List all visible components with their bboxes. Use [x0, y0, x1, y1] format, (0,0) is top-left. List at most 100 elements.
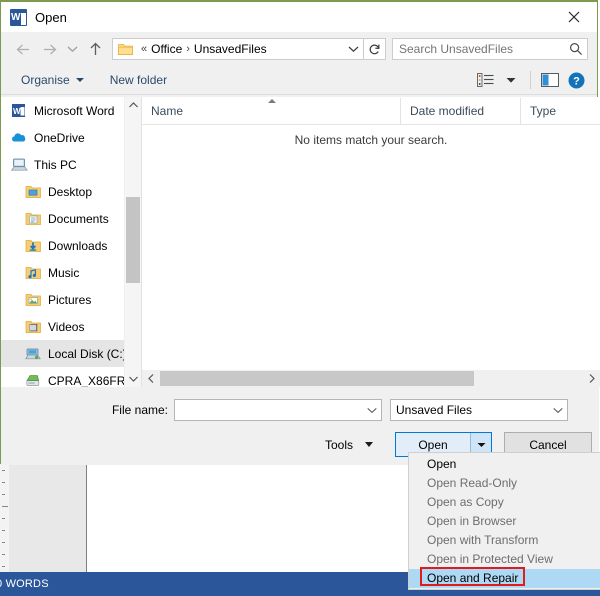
horizontal-scrollbar[interactable] — [142, 370, 600, 387]
sidebar-item-documents[interactable]: Documents — [1, 205, 141, 232]
recent-locations-button[interactable] — [62, 36, 82, 62]
menu-item-open-with-transform: Open with Transform — [427, 533, 539, 547]
word-icon: W — [11, 103, 28, 119]
column-header-name-label: Name — [151, 103, 184, 118]
dialog-title-bar: Open — [1, 2, 597, 32]
chevron-down-icon — [75, 78, 84, 82]
breadcrumb-segment-unsavedfiles[interactable]: UnsavedFiles — [194, 42, 267, 56]
sidebar-item-this-pc[interactable]: This PC — [1, 151, 141, 178]
sidebar-item-label: Downloads — [48, 238, 108, 253]
music-folder-icon — [25, 265, 42, 281]
search-input[interactable] — [393, 41, 565, 57]
sidebar-item-cpra-x86fre-e[interactable]: CPRA_X86FRE (E — [1, 367, 141, 387]
address-bar[interactable]: « Office › UnsavedFiles — [112, 38, 364, 60]
word-count-label: 0 WORDS — [0, 578, 49, 590]
organise-button[interactable]: Organise — [15, 69, 90, 91]
videos-folder-icon — [25, 319, 42, 335]
command-toolbar: Organise New folder ? — [1, 66, 597, 95]
dvd-drive-icon — [25, 373, 42, 388]
menu-item-open-read-only: Open Read-Only — [427, 476, 518, 490]
document-margin-area — [9, 462, 87, 572]
up-one-level-button[interactable] — [82, 36, 108, 62]
scroll-left-button[interactable] — [142, 370, 159, 387]
organise-label: Organise — [21, 73, 70, 87]
menu-item-open-in-browser: Open in Browser — [427, 514, 517, 528]
scroll-up-button[interactable] — [125, 97, 141, 113]
column-header-name[interactable]: Name — [142, 98, 400, 124]
search-box[interactable] — [392, 38, 588, 60]
this-pc-icon — [10, 157, 28, 173]
breadcrumb-separator[interactable]: › — [186, 43, 190, 55]
scroll-right-button[interactable] — [583, 370, 600, 387]
forward-button[interactable] — [36, 36, 62, 62]
sidebar-item-local-disk-c[interactable]: Local Disk (C:) — [1, 340, 141, 367]
breadcrumb-segment-office[interactable]: Office — [151, 42, 182, 56]
chevron-down-icon[interactable] — [343, 39, 363, 59]
dialog-title: Open — [35, 9, 67, 25]
open-dialog: Open — [0, 0, 600, 465]
sidebar-item-microsoft-word[interactable]: W Microsoft Word — [1, 97, 141, 124]
svg-text:W: W — [13, 107, 21, 116]
open-dropdown-menu: Open Open Read-Only Open as Copy Open in Br… — [408, 452, 600, 590]
word-app-icon — [10, 8, 27, 26]
sidebar-item-label: OneDrive — [34, 130, 85, 145]
sidebar-item-desktop[interactable]: Desktop — [1, 178, 141, 205]
local-disk-icon — [25, 346, 42, 362]
sidebar-item-label: Videos — [48, 319, 85, 334]
new-folder-label: New folder — [109, 73, 168, 87]
folder-icon — [118, 43, 133, 55]
file-list-pane: Name Date modified Type No items match y… — [142, 97, 600, 387]
sidebar-item-videos[interactable]: Videos — [1, 313, 141, 340]
refresh-button[interactable] — [364, 38, 386, 60]
scroll-down-button[interactable] — [125, 371, 141, 387]
back-button[interactable] — [10, 36, 36, 62]
horizontal-scroll-thumb[interactable] — [160, 371, 474, 386]
breadcrumb-overflow[interactable]: « — [141, 43, 147, 55]
view-list-icon[interactable] — [472, 69, 498, 91]
dialog-body: W Microsoft Word OneDrive This PC Desktop Doc… — [1, 97, 600, 387]
chevron-down-icon[interactable] — [363, 407, 381, 414]
sidebar-item-label: Desktop — [48, 184, 93, 199]
onedrive-cloud-icon — [11, 130, 28, 146]
chevron-down-icon[interactable] — [549, 407, 567, 414]
file-name-input[interactable] — [175, 402, 363, 418]
sidebar-item-label: Microsoft Word — [34, 103, 115, 118]
file-type-combobox[interactable]: Unsaved Files — [390, 399, 568, 421]
column-header-date-modified[interactable]: Date modified — [400, 97, 520, 124]
sidebar-item-label: This PC — [34, 157, 77, 172]
help-icon[interactable]: ? — [563, 69, 589, 91]
column-header-type[interactable]: Type — [520, 97, 600, 124]
sidebar-item-label: Music — [48, 265, 80, 280]
sidebar-scrollbar[interactable] — [124, 97, 141, 387]
toolbar-divider — [530, 71, 531, 89]
caret-down-icon — [365, 442, 374, 447]
tools-button[interactable]: Tools — [321, 433, 377, 456]
column-header-row: Name Date modified Type — [142, 97, 600, 125]
file-name-row: File name: Unsaved Files — [1, 399, 599, 421]
sidebar-item-music[interactable]: Music — [1, 259, 141, 286]
menu-item-open-as-copy: Open as Copy — [427, 495, 504, 509]
downloads-folder-icon — [25, 238, 42, 254]
sidebar-item-onedrive[interactable]: OneDrive — [1, 124, 141, 151]
sidebar-item-label: Documents — [48, 211, 109, 226]
column-header-type-label: Type — [530, 103, 557, 118]
preview-pane-icon[interactable] — [537, 69, 563, 91]
sidebar-item-pictures[interactable]: Pictures — [1, 286, 141, 313]
sidebar-scroll-thumb[interactable] — [126, 197, 140, 283]
navigation-bar: « Office › UnsavedFiles — [1, 32, 597, 66]
pictures-folder-icon — [25, 292, 42, 308]
empty-list-message: No items match your search. — [294, 133, 448, 147]
column-header-date-label: Date modified — [410, 103, 485, 118]
tools-label: Tools — [325, 437, 354, 452]
documents-folder-icon — [25, 211, 42, 227]
view-dropdown-button[interactable] — [498, 69, 524, 91]
menu-item-open-and-repair[interactable]: Open and Repair — [409, 569, 600, 588]
sidebar-item-label: Local Disk (C:) — [48, 346, 127, 361]
search-icon — [565, 42, 587, 56]
menu-item-open[interactable]: Open — [409, 455, 600, 474]
sidebar-item-label: Pictures — [48, 292, 92, 307]
file-name-combobox[interactable] — [174, 399, 382, 421]
sidebar-item-downloads[interactable]: Downloads — [1, 232, 141, 259]
new-folder-button[interactable]: New folder — [104, 69, 173, 91]
close-button[interactable] — [551, 2, 597, 32]
